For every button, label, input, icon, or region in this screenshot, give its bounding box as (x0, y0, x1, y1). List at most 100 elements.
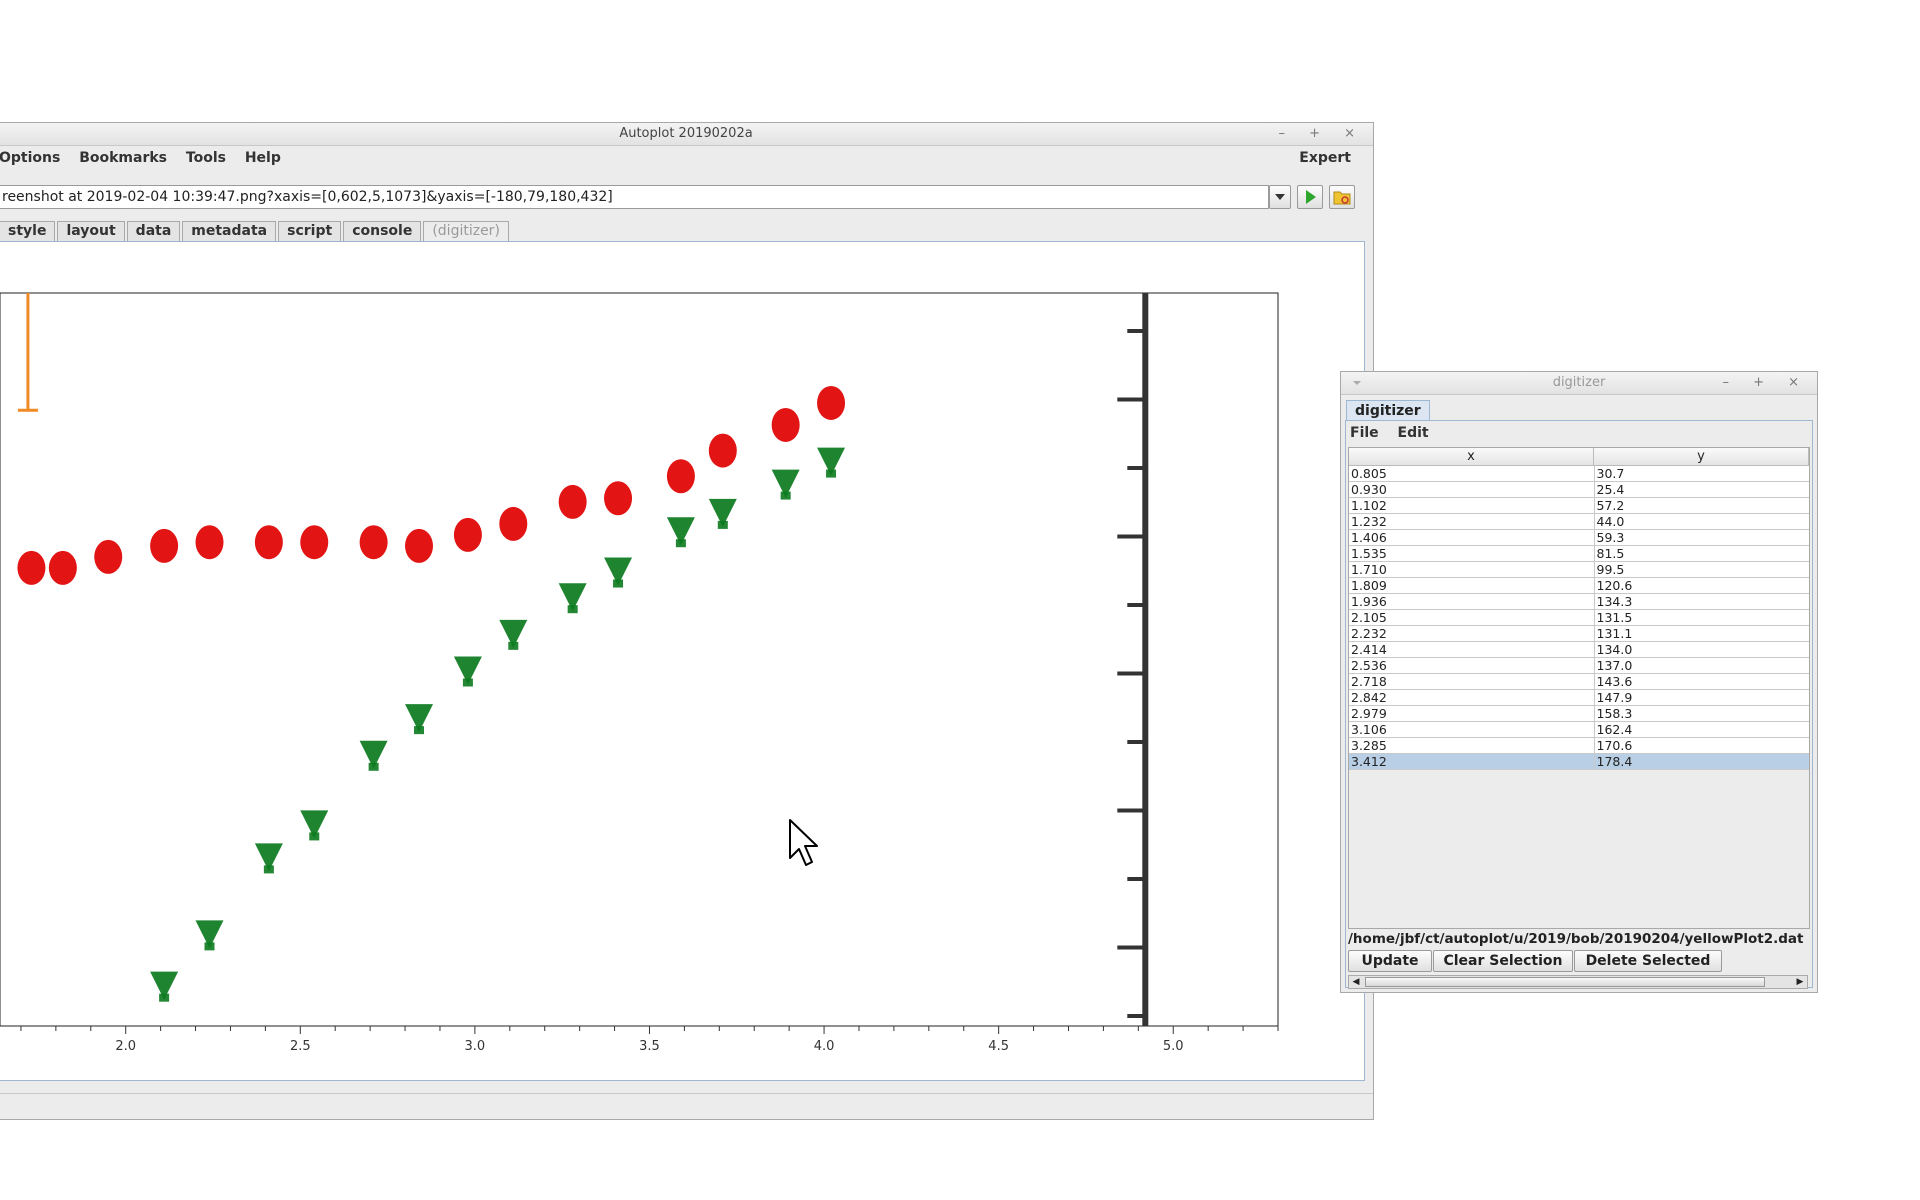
cell-empty[interactable] (1349, 830, 1594, 845)
cell-empty[interactable] (1594, 890, 1809, 905)
table-row[interactable]: 3.285 170.6 (1349, 737, 1809, 754)
menu-options[interactable]: Options (0, 146, 60, 170)
cell-empty[interactable] (1594, 860, 1809, 875)
table-row[interactable] (1349, 905, 1809, 920)
cell-x[interactable]: 1.406 (1349, 529, 1595, 546)
tab-digitizer[interactable]: (digitizer) (423, 221, 509, 241)
table-row[interactable]: 1.232 44.0 (1349, 513, 1809, 530)
cell-empty[interactable] (1594, 920, 1809, 928)
cell-x[interactable]: 2.536 (1349, 657, 1595, 674)
cell-x[interactable]: 2.105 (1349, 609, 1595, 626)
uri-input[interactable]: reenshot at 2019-02-04 10:39:47.png?xaxi… (0, 185, 1269, 209)
table-row[interactable] (1349, 830, 1809, 845)
table-row[interactable] (1349, 875, 1809, 890)
menu-file[interactable]: File (1350, 421, 1379, 445)
menu-edit[interactable]: Edit (1398, 421, 1429, 445)
cell-empty[interactable] (1594, 845, 1809, 860)
cell-empty[interactable] (1349, 905, 1594, 920)
cell-y[interactable]: 30.7 (1594, 466, 1809, 482)
digitizer-titlebar[interactable]: digitizer – + × (1341, 372, 1817, 395)
cell-y[interactable]: 170.6 (1594, 737, 1809, 754)
cell-x[interactable]: 2.842 (1349, 689, 1595, 706)
tab-data[interactable]: data (126, 221, 181, 241)
tab-metadata[interactable]: metadata (182, 221, 277, 241)
cell-x[interactable]: 1.232 (1349, 513, 1595, 530)
window-menu-icon[interactable] (1351, 372, 1363, 394)
cell-x[interactable]: 0.805 (1349, 466, 1595, 482)
cell-y[interactable]: 44.0 (1594, 513, 1809, 530)
browse-button[interactable] (1329, 185, 1355, 209)
cell-empty[interactable] (1349, 815, 1594, 830)
cell-empty[interactable] (1349, 890, 1594, 905)
cell-x[interactable]: 1.102 (1349, 497, 1595, 514)
cell-empty[interactable] (1349, 785, 1594, 800)
digitizer-tab[interactable]: digitizer (1346, 400, 1430, 421)
menu-bookmarks[interactable]: Bookmarks (79, 146, 167, 170)
cell-y[interactable]: 162.4 (1594, 721, 1809, 738)
cell-empty[interactable] (1594, 769, 1809, 785)
table-row[interactable]: 3.106 162.4 (1349, 721, 1809, 738)
table-row[interactable]: 1.710 99.5 (1349, 561, 1809, 578)
update-button[interactable]: Update (1348, 950, 1432, 972)
go-button[interactable] (1297, 185, 1323, 209)
cell-y[interactable]: 137.0 (1594, 657, 1809, 674)
digitizer-window-controls[interactable]: – + × (1722, 372, 1809, 394)
tab-layout[interactable]: layout (57, 221, 125, 241)
table-row[interactable] (1349, 815, 1809, 830)
window-controls[interactable]: – + × (1278, 123, 1365, 145)
tab-script[interactable]: script (278, 221, 342, 241)
cell-y[interactable]: 134.3 (1594, 593, 1809, 610)
table-row[interactable]: 3.412 178.4 (1349, 753, 1809, 770)
cell-x[interactable]: 0.930 (1349, 481, 1595, 498)
table-row[interactable] (1349, 920, 1809, 928)
table-row[interactable]: 1.102 57.2 (1349, 497, 1809, 514)
cell-y[interactable]: 59.3 (1594, 529, 1809, 546)
delete-selected-button[interactable]: Delete Selected (1574, 950, 1722, 972)
table-row[interactable]: 1.406 59.3 (1349, 529, 1809, 546)
cell-x[interactable]: 2.979 (1349, 705, 1595, 722)
cell-y[interactable]: 25.4 (1594, 481, 1809, 498)
cell-x[interactable]: 2.414 (1349, 641, 1595, 658)
cell-empty[interactable] (1594, 905, 1809, 920)
menu-tools[interactable]: Tools (186, 146, 226, 170)
uri-dropdown-button[interactable] (1269, 185, 1291, 209)
table-row[interactable]: 2.979 158.3 (1349, 705, 1809, 722)
cell-x[interactable]: 2.232 (1349, 625, 1595, 642)
expert-menu[interactable]: Expert (1299, 146, 1351, 170)
tab-style[interactable]: style (0, 221, 56, 241)
menu-help[interactable]: Help (245, 146, 281, 170)
table-row[interactable] (1349, 785, 1809, 800)
plot-panel[interactable]: 2.0 2.5 3.0 3.5 4.0 4.5 5.0 (0, 241, 1365, 1081)
cell-empty[interactable] (1349, 769, 1594, 785)
cell-empty[interactable] (1349, 800, 1594, 815)
cell-x[interactable]: 3.412 (1349, 753, 1595, 770)
cell-empty[interactable] (1349, 920, 1594, 928)
cell-y[interactable]: 147.9 (1594, 689, 1809, 706)
table-row[interactable]: 2.105 131.5 (1349, 609, 1809, 626)
table-row[interactable]: 2.232 131.1 (1349, 625, 1809, 642)
table-row[interactable]: 2.718 143.6 (1349, 673, 1809, 690)
scroll-left-arrow[interactable]: ◀ (1349, 976, 1363, 988)
clear-selection-button[interactable]: Clear Selection (1433, 950, 1573, 972)
table-row[interactable] (1349, 890, 1809, 905)
table-row[interactable]: 1.809 120.6 (1349, 577, 1809, 594)
cell-x[interactable]: 3.285 (1349, 737, 1595, 754)
table-row[interactable]: 0.930 25.4 (1349, 481, 1809, 498)
cell-empty[interactable] (1349, 845, 1594, 860)
cell-empty[interactable] (1594, 800, 1809, 815)
cell-y[interactable]: 178.4 (1594, 753, 1809, 770)
plot-canvas[interactable]: 2.0 2.5 3.0 3.5 4.0 4.5 5.0 (0, 242, 1364, 1080)
table-row[interactable] (1349, 800, 1809, 815)
cell-x[interactable]: 1.936 (1349, 593, 1595, 610)
table-row[interactable]: 2.842 147.9 (1349, 689, 1809, 706)
table-row[interactable]: 0.805 30.7 (1349, 466, 1809, 482)
cell-empty[interactable] (1594, 815, 1809, 830)
cell-y[interactable]: 81.5 (1594, 545, 1809, 562)
table-row[interactable]: 1.936 134.3 (1349, 593, 1809, 610)
cell-y[interactable]: 99.5 (1594, 561, 1809, 578)
cell-x[interactable]: 1.710 (1349, 561, 1595, 578)
tab-console[interactable]: console (343, 221, 422, 241)
cell-y[interactable]: 134.0 (1594, 641, 1809, 658)
cell-empty[interactable] (1349, 860, 1594, 875)
scroll-thumb[interactable] (1365, 977, 1765, 987)
